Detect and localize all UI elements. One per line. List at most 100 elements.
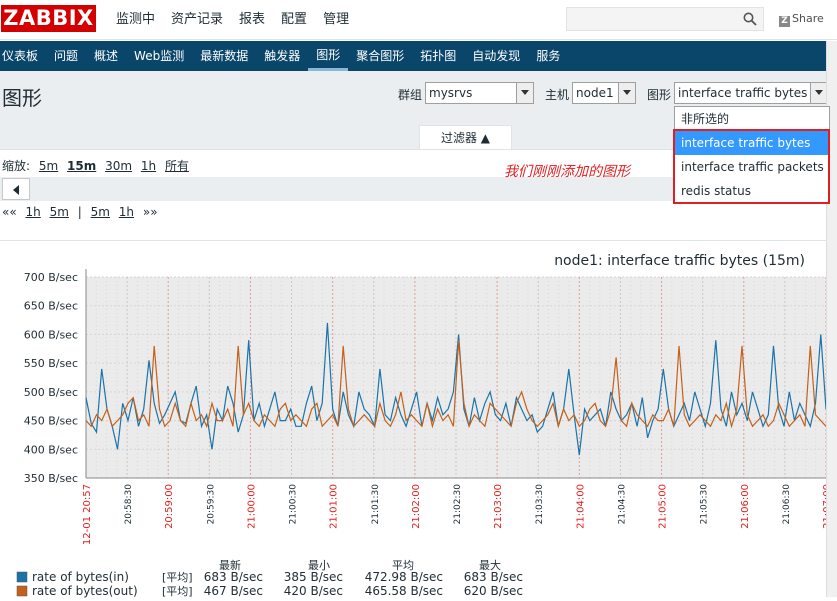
x-tick-label: 20:58:30 <box>124 484 134 525</box>
main-menu-configuration[interactable]: 配置 <box>273 0 315 40</box>
graph-select-value: interface traffic bytes <box>678 86 808 100</box>
filter-tab[interactable]: 过滤器 ▲ <box>419 125 512 149</box>
x-tick-label: 21:02:30 <box>453 484 463 525</box>
page-title: 图形 <box>2 86 42 110</box>
time-nav-row: «« 1h 5m | 5m 1h »» <box>2 205 163 219</box>
x-tick-label: 21:00:30 <box>289 484 299 525</box>
legend-max: 620 B/sec <box>464 584 523 598</box>
x-tick-label: 21:06:00 <box>740 484 751 529</box>
x-tick-label: 21:04:30 <box>617 484 627 525</box>
chart-title: node1: interface traffic bytes (15m) <box>554 253 805 269</box>
y-tick-label: 450 B/sec <box>24 415 78 428</box>
search-icon[interactable] <box>743 12 757 26</box>
dropdown-option-none[interactable]: 非所选的 <box>675 107 829 131</box>
chevron-down-icon[interactable] <box>516 83 533 103</box>
search-input[interactable] <box>566 7 764 31</box>
zoom-30m[interactable]: 30m <box>105 159 132 173</box>
sub-menu-web[interactable]: Web监测 <box>126 41 192 71</box>
sub-menu-services[interactable]: 服务 <box>528 41 568 71</box>
nav-back-1h[interactable]: 1h <box>26 205 41 219</box>
traffic-chart: node1: interface traffic bytes (15m) 700 … <box>16 253 833 598</box>
sub-menu-discovery[interactable]: 自动发现 <box>464 41 528 71</box>
y-tick-label: 650 B/sec <box>24 300 78 313</box>
main-menu-inventory[interactable]: 资产记录 <box>163 0 231 40</box>
share-icon: Z <box>779 16 790 27</box>
y-tick-label: 400 B/sec <box>24 443 78 456</box>
chevron-down-icon[interactable] <box>810 83 827 103</box>
main-menu: 监测中 资产记录 报表 配置 管理 <box>108 0 357 40</box>
graph-select[interactable]: interface traffic bytes <box>674 82 828 104</box>
chevron-down-icon[interactable] <box>618 83 635 103</box>
main-menu-administration[interactable]: 管理 <box>315 0 357 40</box>
x-tick-label: 21:05:30 <box>700 484 710 525</box>
zoom-1h[interactable]: 1h <box>141 159 156 173</box>
x-tick-label: 21:01:00 <box>329 484 340 529</box>
host-select[interactable]: node1 <box>572 82 636 104</box>
graph-dropdown: 非所选的 interface traffic bytes interface t… <box>674 106 830 204</box>
main-menu-reports[interactable]: 报表 <box>231 0 273 40</box>
legend-name: rate of bytes(out) <box>32 584 138 598</box>
x-tick-label: 21:01:30 <box>371 484 381 525</box>
group-select[interactable]: mysrvs <box>425 82 534 104</box>
zoom-15m[interactable]: 15m <box>67 159 96 173</box>
annotation-text: 我们刚刚添加的图形 <box>504 164 630 180</box>
nav-separator: | <box>77 205 82 219</box>
x-tick-label: 20:59:00 <box>164 484 175 529</box>
zabbix-logo[interactable]: ZABBIX <box>1 5 96 32</box>
zoom-all[interactable]: 所有 <box>165 159 189 173</box>
graph-label: 图形 <box>647 88 672 102</box>
legend-avg: 472.98 B/sec <box>365 570 443 584</box>
sub-menu: 仪表板 问题 概述 Web监测 最新数据 触发器 图形 聚合图形 拓扑图 自动发… <box>0 41 837 71</box>
sub-menu-overview[interactable]: 概述 <box>86 41 126 71</box>
dropdown-option-traffic-bytes[interactable]: interface traffic bytes <box>675 131 829 155</box>
legend-swatch <box>16 585 28 597</box>
x-tick-label: 12-01 20:57 <box>82 484 93 545</box>
x-tick-label: 21:00:00 <box>246 484 257 529</box>
scroll-left-button[interactable] <box>2 178 30 200</box>
group-select-value: mysrvs <box>429 86 473 100</box>
nav-fwd-all[interactable]: »» <box>143 205 158 219</box>
nav-back-5m[interactable]: 5m <box>50 205 69 219</box>
host-label: 主机 <box>545 88 570 102</box>
graph-area: node1: interface traffic bytes (15m) 700 … <box>0 240 837 598</box>
y-tick-label: 550 B/sec <box>24 357 78 370</box>
legend-min: 420 B/sec <box>284 584 343 598</box>
x-tick-label: 21:03:30 <box>535 484 545 525</box>
top-bar: ZABBIX 监测中 资产记录 报表 配置 管理 Z Share <box>0 0 837 40</box>
x-tick-label: 21:05:00 <box>658 484 669 529</box>
x-tick-label: 21:03:00 <box>493 484 504 529</box>
legend-func: [平均] <box>162 585 193 598</box>
nav-fwd-1h[interactable]: 1h <box>119 205 134 219</box>
nav-back-all[interactable]: «« <box>2 205 17 219</box>
group-label: 群组 <box>398 88 423 102</box>
legend-swatch <box>16 571 28 583</box>
x-tick-label: 21:04:00 <box>575 484 586 529</box>
y-tick-label: 500 B/sec <box>24 386 78 399</box>
zoom-row: 缩放: 5m 15m 30m 1h 所有 <box>2 157 194 174</box>
legend-func: [平均] <box>162 571 193 584</box>
x-tick-label: 21:06:30 <box>782 484 792 525</box>
sub-menu-graphs[interactable]: 图形 <box>308 41 349 71</box>
main-menu-monitoring[interactable]: 监测中 <box>108 0 163 40</box>
legend-avg: 465.58 B/sec <box>365 584 443 598</box>
dropdown-option-redis-status[interactable]: redis status <box>675 179 829 203</box>
y-tick-label: 700 B/sec <box>24 271 78 284</box>
sub-menu-triggers[interactable]: 触发器 <box>256 41 308 71</box>
sub-menu-latest-data[interactable]: 最新数据 <box>192 41 256 71</box>
x-tick-label: 20:59:30 <box>206 484 216 525</box>
x-tick-label: 21:02:00 <box>411 484 422 529</box>
sub-menu-maps[interactable]: 拓扑图 <box>412 41 464 71</box>
nav-fwd-5m[interactable]: 5m <box>91 205 110 219</box>
legend-name: rate of bytes(in) <box>32 570 129 584</box>
zoom-5m[interactable]: 5m <box>39 159 58 173</box>
zoom-label: 缩放: <box>2 159 31 173</box>
sub-menu-dashboard[interactable]: 仪表板 <box>0 41 46 71</box>
share-button[interactable]: Z Share <box>779 12 824 27</box>
sub-menu-screens[interactable]: 聚合图形 <box>348 41 412 71</box>
dropdown-option-traffic-packets[interactable]: interface traffic packets <box>675 155 829 179</box>
host-select-value: node1 <box>576 86 614 100</box>
sub-menu-problems[interactable]: 问题 <box>46 41 86 71</box>
legend-min: 385 B/sec <box>284 570 343 584</box>
y-tick-label: 350 B/sec <box>24 472 78 485</box>
share-label: Share <box>792 12 824 25</box>
